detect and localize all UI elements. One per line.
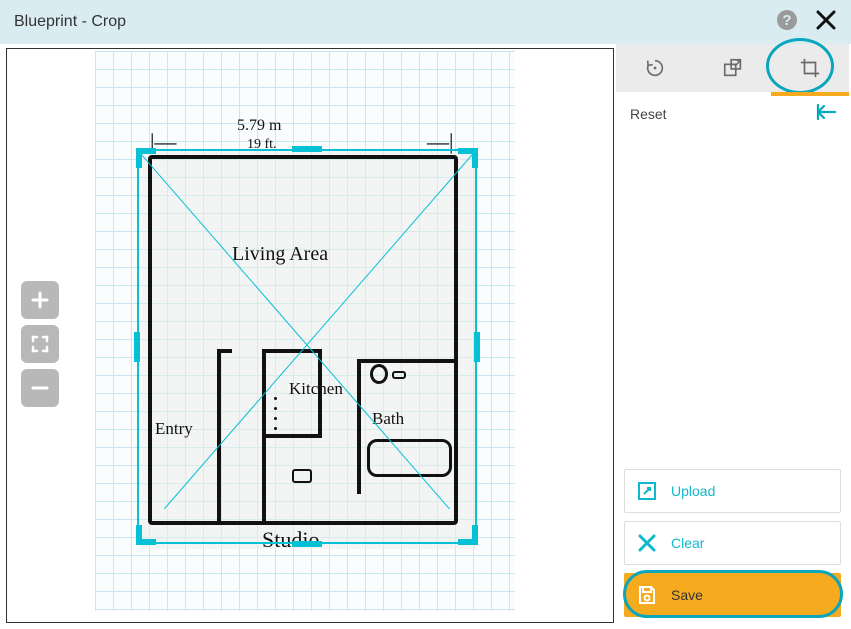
save-icon	[635, 583, 659, 607]
crop-handle-tr[interactable]	[458, 148, 478, 168]
header-actions: ?	[775, 8, 837, 37]
tool-tabs	[616, 44, 849, 92]
save-label: Save	[671, 587, 703, 603]
action-list: Upload Clear Save	[616, 461, 849, 629]
crop-handle-b[interactable]	[292, 541, 322, 547]
upload-label: Upload	[671, 483, 715, 499]
upload-icon	[635, 479, 659, 503]
crop-handle-t[interactable]	[292, 146, 322, 152]
dimension-meters: 5.79 m	[237, 117, 281, 135]
clear-label: Clear	[671, 535, 704, 551]
canvas[interactable]: 5.79 m 19 ft. |— —| Living Area Kitchen …	[6, 48, 614, 623]
crop-handle-bl[interactable]	[136, 525, 156, 545]
reset-row: Reset	[616, 92, 849, 135]
header-bar: Blueprint - Crop ?	[0, 0, 851, 44]
tab-scale[interactable]	[694, 44, 772, 92]
clear-icon	[635, 531, 659, 555]
svg-text:?: ?	[782, 12, 791, 29]
window-title: Blueprint - Crop	[14, 13, 126, 31]
crop-rectangle[interactable]	[137, 149, 477, 544]
zoom-controls	[21, 281, 59, 407]
tab-crop[interactable]	[771, 44, 849, 92]
reset-label: Reset	[630, 106, 667, 122]
crop-handle-l[interactable]	[134, 332, 140, 362]
help-icon[interactable]: ?	[775, 8, 799, 37]
reset-button[interactable]	[815, 102, 837, 125]
crop-handle-r[interactable]	[474, 332, 480, 362]
save-button[interactable]: Save	[624, 573, 841, 617]
zoom-in-button[interactable]	[21, 281, 59, 319]
crop-handle-br[interactable]	[458, 525, 478, 545]
upload-button[interactable]: Upload	[624, 469, 841, 513]
zoom-out-button[interactable]	[21, 369, 59, 407]
close-icon[interactable]	[815, 9, 837, 36]
clear-button[interactable]: Clear	[624, 521, 841, 565]
fullscreen-button[interactable]	[21, 325, 59, 363]
sidebar: Reset Upload Clear Save	[616, 44, 849, 629]
crop-handle-tl[interactable]	[136, 148, 156, 168]
tab-rotate[interactable]	[616, 44, 694, 92]
